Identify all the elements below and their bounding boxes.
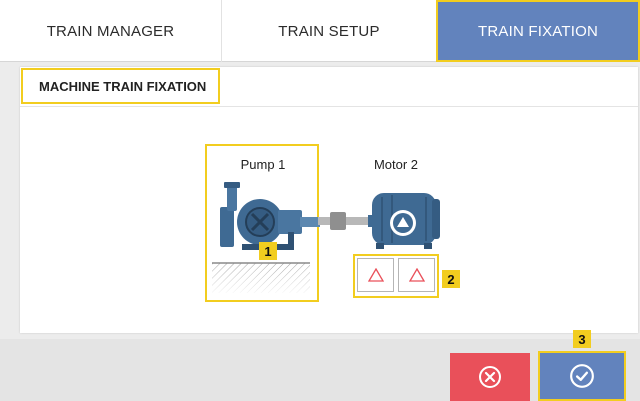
machine-train-drawing bbox=[212, 182, 440, 293]
tab-train-setup[interactable]: TRAIN SETUP bbox=[222, 0, 436, 62]
motor-foot-rear[interactable] bbox=[398, 258, 435, 292]
triangle-icon bbox=[367, 268, 384, 282]
coupling-graphic bbox=[318, 212, 368, 230]
motor-graphic bbox=[368, 193, 440, 249]
pump-foundation bbox=[212, 262, 310, 293]
cancel-button[interactable] bbox=[450, 353, 530, 401]
x-circle-icon bbox=[479, 366, 501, 388]
callout-badge-1: 1 bbox=[259, 242, 277, 260]
check-circle-icon bbox=[570, 364, 594, 388]
tab-bar: TRAIN MANAGER TRAIN SETUP TRAIN FIXATION bbox=[0, 0, 640, 62]
fixation-panel: MACHINE TRAIN FIXATION Pump 1 Motor 2 1 … bbox=[20, 67, 638, 333]
pump-graphic bbox=[220, 182, 320, 250]
triangle-icon bbox=[408, 268, 425, 282]
callout-badge-3: 3 bbox=[573, 330, 591, 348]
tab-train-manager[interactable]: TRAIN MANAGER bbox=[0, 0, 222, 62]
motor-foot-front[interactable] bbox=[357, 258, 394, 292]
tab-train-fixation[interactable]: TRAIN FIXATION bbox=[436, 0, 640, 62]
confirm-button[interactable] bbox=[538, 351, 626, 401]
callout-badge-2: 2 bbox=[442, 270, 460, 288]
